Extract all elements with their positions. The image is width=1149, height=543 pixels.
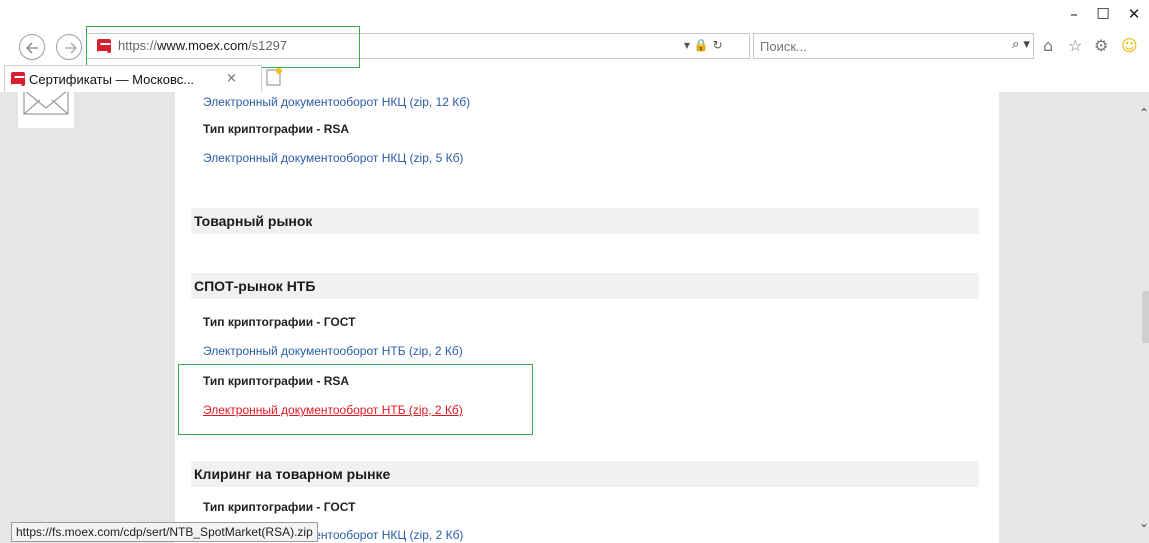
smiley-icon[interactable]: ☺ [1121,36,1138,55]
search-input[interactable] [760,37,980,55]
tab-title: Сертификаты — Московс... [29,72,195,87]
new-tab-icon[interactable] [264,67,284,87]
address-actions-icon[interactable]: ▾ 🔒 ↻ [684,38,723,52]
forward-arrow-icon [65,42,78,54]
back-button[interactable] [19,34,45,60]
section-header-commodity-clearing: Клиринг на товарном рынке [191,461,979,487]
crypto-type-label: Тип криптографии - RSA [203,122,350,136]
rsa-highlight-frame [178,364,533,435]
minimize-button[interactable]: – [1064,4,1084,24]
crypto-type-label: Тип криптографии - ГОСТ [203,500,356,514]
tab-favicon-icon [11,72,25,86]
section-header-commodity-market: Товарный рынок [191,208,979,234]
settings-icon[interactable]: ⚙ [1094,36,1108,55]
browser-chrome: – ☐ ✕ https://www.moex.com/s1297 ▾ 🔒 ↻ ⌕… [0,0,1149,92]
nkc-edo-link-12kb[interactable]: Электронный документооборот НКЦ (zip, 12… [203,95,470,109]
crypto-type-label: Тип криптографии - ГОСТ [203,315,356,329]
section-header-spot-ntb: СПОТ-рынок НТБ [191,273,979,299]
scroll-up-icon[interactable]: ⌃ [1139,106,1149,120]
maximize-button[interactable]: ☐ [1093,4,1113,24]
close-window-button[interactable]: ✕ [1124,4,1144,24]
favorites-icon[interactable]: ☆ [1068,36,1082,55]
status-bar-url: https://fs.moex.com/cdp/sert/NTB_SpotMar… [11,522,318,542]
home-icon[interactable]: ⌂ [1043,36,1053,55]
forward-button[interactable] [56,34,82,60]
search-icon[interactable]: ⌕ ▾ [1012,37,1030,52]
address-highlight-frame [86,26,360,68]
nkc-edo-link-5kb[interactable]: Электронный документооборот НКЦ (zip, 5 … [203,151,463,165]
scrollbar-thumb[interactable] [1142,291,1149,343]
mail-icon[interactable] [18,92,74,128]
search-box[interactable]: ⌕ ▾ [753,33,1034,59]
scroll-down-icon[interactable]: ⌄ [1139,516,1149,530]
browser-window: – ☐ ✕ https://www.moex.com/s1297 ▾ 🔒 ↻ ⌕… [0,0,1149,543]
tab-close-icon[interactable]: × [226,71,237,86]
ntb-edo-gost-link[interactable]: Электронный документооборот НТБ (zip, 2 … [203,344,463,358]
back-arrow-icon [25,42,38,54]
browser-tab[interactable]: Сертификаты — Московс... × [4,65,262,92]
